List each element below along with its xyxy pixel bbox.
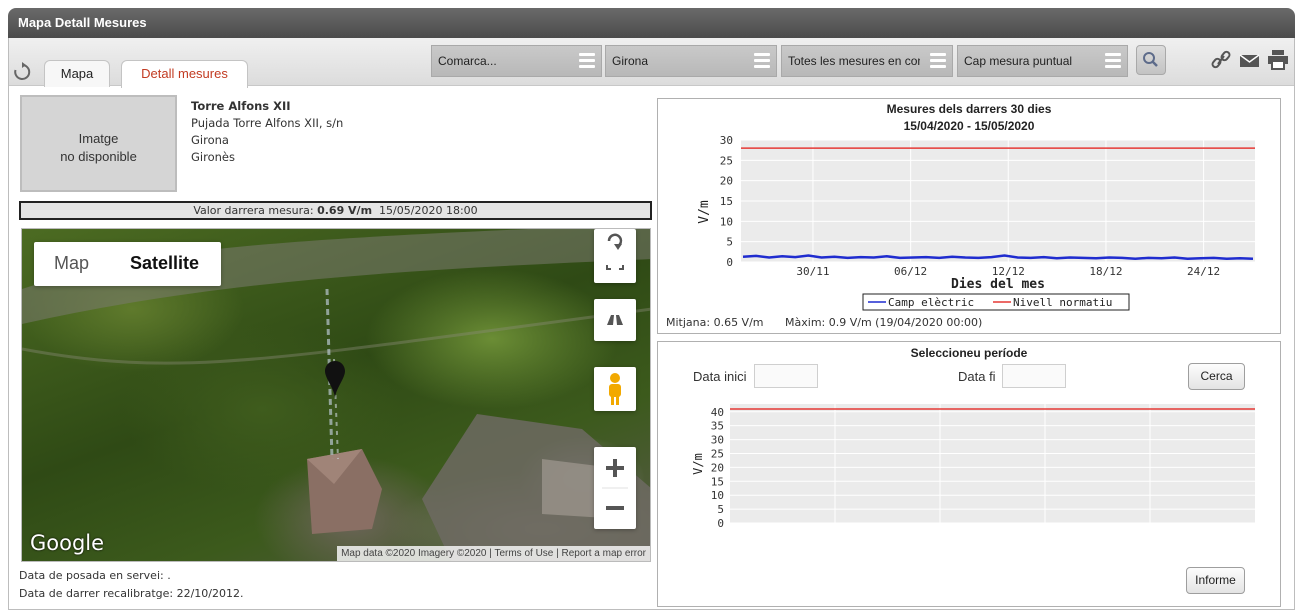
rotate-icon	[607, 233, 623, 250]
comarca-select[interactable]: Comarca...	[431, 45, 602, 77]
x-tick-label: 30/11	[796, 265, 829, 278]
municipi-select[interactable]: Girona	[605, 45, 777, 77]
start-date-input[interactable]	[754, 364, 818, 388]
y-axis-label: V/m	[691, 453, 705, 475]
y-tick-label: 25	[711, 447, 724, 460]
google-logo: Google	[30, 531, 105, 555]
chart-plot-area	[730, 404, 1255, 523]
end-date-input[interactable]	[1002, 364, 1066, 388]
station-address: Pujada Torre Alfons XII, s/n	[191, 116, 344, 130]
report-button[interactable]: Informe	[1186, 567, 1245, 594]
search-period-button[interactable]: Cerca	[1188, 363, 1245, 390]
chart-period: 0510152025303540 V/m	[691, 404, 1255, 530]
y-tick-label: 25	[720, 154, 733, 167]
x-tick-label: 18/12	[1089, 265, 1122, 278]
menu-icon	[579, 53, 595, 69]
legend-camp-electric: Camp elèctric	[888, 296, 974, 309]
terms-of-use-link[interactable]: Terms of Use	[494, 548, 553, 559]
window-title: Mapa Detall Mesures	[18, 15, 147, 30]
x-tick-label: 06/12	[894, 265, 927, 278]
y-tick-label: 5	[717, 503, 724, 516]
map-type-control: Map Satellite	[34, 242, 221, 286]
station-city: Girona	[191, 133, 229, 147]
service-date: Data de posada en servei: .	[19, 569, 171, 582]
y-tick-label: 30	[720, 134, 733, 147]
street-view-button[interactable]	[594, 367, 636, 411]
recalibration-date: Data de darrer recalibratge: 22/10/2012.	[19, 587, 244, 600]
tab-detall-mesures[interactable]: Detall mesures	[121, 60, 248, 88]
last-measure-value: 0.69 V/m	[317, 204, 373, 217]
mail-icon[interactable]	[1238, 47, 1262, 73]
y-tick-label: 15	[720, 195, 733, 208]
chart-subtitle: 15/04/2020 - 15/05/2020	[903, 119, 1035, 133]
period-title: Seleccioneu període	[910, 346, 1028, 360]
y-tick-label: 35	[711, 420, 724, 433]
search-button[interactable]	[1136, 45, 1166, 75]
search-icon	[1143, 52, 1158, 67]
tilt-button[interactable]	[594, 299, 636, 341]
end-date-label: Data fi	[958, 369, 996, 384]
map-marker-icon[interactable]	[323, 359, 347, 401]
x-axis-label: Dies del mes	[951, 277, 1045, 292]
menu-icon	[754, 53, 770, 69]
y-tick-label: 5	[726, 236, 733, 249]
map-type-satellite-button[interactable]: Satellite	[130, 253, 199, 274]
zoom-out-icon	[606, 506, 624, 510]
chart-title: Mesures dels darrers 30 dies	[886, 102, 1052, 116]
pegman-icon	[609, 373, 621, 405]
x-tick-label: 24/12	[1187, 265, 1220, 278]
stat-mean: Mitjana: 0.65 V/m	[666, 316, 764, 329]
chart-stats: Mitjana: 0.65 V/m Màxim: 0.9 V/m (19/04/…	[666, 316, 982, 329]
map-attribution: Map data ©2020 Imagery ©2020 | Terms of …	[337, 546, 650, 561]
y-tick-label: 10	[720, 215, 733, 228]
menu-icon	[930, 53, 946, 69]
window-title-bar: Mapa Detall Mesures	[8, 8, 1295, 38]
last-measure-datetime: 15/05/2020 18:00	[379, 204, 478, 217]
report-map-error-link[interactable]: Report a map error	[562, 548, 646, 559]
map-type-map-button[interactable]: Map	[54, 253, 89, 274]
station-region: Gironès	[191, 150, 235, 164]
fullscreen-icon	[606, 265, 624, 270]
legend-nivell-normatiu: Nivell normatiu	[1013, 296, 1112, 309]
start-date-label: Data inici	[693, 369, 747, 384]
tab-mapa[interactable]: Mapa	[44, 60, 110, 87]
last-measure-bar: Valor darrera mesura: 0.69 V/m 15/05/202…	[19, 201, 652, 220]
y-tick-label: 20	[720, 175, 733, 188]
chart-30-days: 051015202530 30/11 06/12 12/12 18/12 24/12 V…	[697, 134, 1255, 311]
y-tick-label: 40	[711, 406, 724, 419]
station-name: Torre Alfons XII	[191, 99, 291, 113]
menu-icon	[1105, 53, 1121, 69]
y-tick-label: 30	[711, 434, 724, 447]
rotate-fullscreen-control[interactable]	[594, 229, 636, 283]
tilt-icon	[607, 315, 623, 325]
y-tick-label: 0	[726, 256, 733, 269]
zoom-control	[594, 447, 636, 529]
station-image-placeholder: Imatge no disponible	[20, 95, 177, 192]
satellite-map[interactable]: Map Satellite Google Map data ©2020 Imag…	[21, 228, 651, 562]
refresh-icon[interactable]	[11, 61, 33, 83]
y-axis-label: V/m	[697, 200, 712, 224]
y-tick-label: 15	[711, 475, 724, 488]
link-icon[interactable]	[1209, 47, 1233, 73]
y-tick-label: 20	[711, 461, 724, 474]
print-icon[interactable]	[1266, 47, 1290, 73]
zoom-in-icon	[606, 459, 624, 477]
mesures-select[interactable]: Totes les mesures en cont	[781, 45, 953, 77]
stat-max: Màxim: 0.9 V/m (19/04/2020 00:00)	[785, 316, 983, 329]
y-tick-label: 0	[717, 517, 724, 530]
y-tick-label: 10	[711, 489, 724, 502]
mesura-puntual-select[interactable]: Cap mesura puntual	[957, 45, 1128, 77]
